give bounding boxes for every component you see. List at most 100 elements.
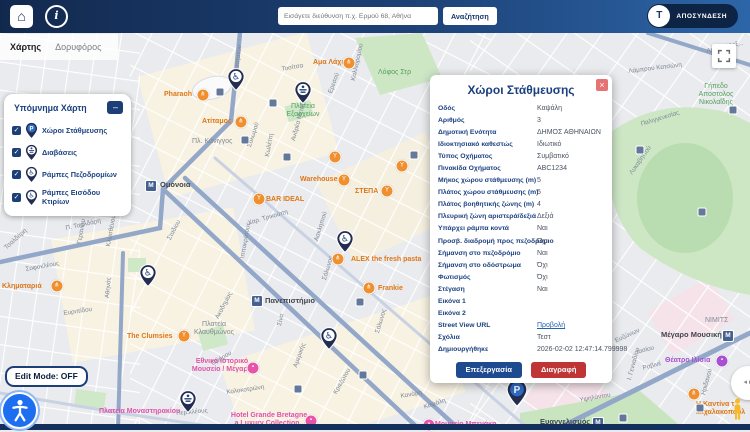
fullscreen-button[interactable] xyxy=(712,44,736,68)
legend-item[interactable]: ✓PΧώροι Στάθμευσης xyxy=(12,122,123,139)
top-navigation-bar: ⌂ i Αναζήτηση T ΑΠΟΣΥΝΔΕΣΗ xyxy=(0,0,750,33)
field-label: Πλάτος βοηθητικής ζώνης (m) xyxy=(438,201,537,208)
field-label: Σχόλια xyxy=(438,334,537,341)
legend-item-label: Ράμπες Πεζοδρομίων xyxy=(42,170,117,179)
popup-field-row: Τύπος ΟχήματοςΣυμβατικό xyxy=(438,150,604,162)
poi-icon[interactable]: ⋔ xyxy=(51,280,64,293)
field-label: Δημοτική Ενότητα xyxy=(438,129,537,136)
legend-item-label: Ράμπες Εισόδου Κτιρίων xyxy=(42,188,123,206)
ramp-map-pin[interactable]: ♿ xyxy=(320,327,338,355)
transit-stop-icon xyxy=(729,106,738,115)
popup-field-row: Δημοτική ΕνότηταΔΗΜΟΣ ΑΘΗΝΑΙΩΝ xyxy=(438,126,604,138)
info-button[interactable]: i xyxy=(45,5,68,28)
checkbox-checked[interactable]: ✓ xyxy=(12,148,21,157)
legend-panel: Υπόμνημα Χάρτη – ✓PΧώροι Στάθμευσης✓Διαβ… xyxy=(4,94,131,216)
field-label: Τύπος Οχήματος xyxy=(438,153,537,160)
field-label: Οδός xyxy=(438,105,537,112)
field-label: Δημιουργήθηκε xyxy=(438,346,537,353)
metro-station-icon[interactable]: M xyxy=(722,330,734,342)
close-icon[interactable]: × xyxy=(596,79,608,91)
field-value: ΔΗΜΟΣ ΑΘΗΝΑΙΩΝ xyxy=(537,129,604,136)
avatar: T xyxy=(648,5,670,27)
poi-icon[interactable]: Y xyxy=(338,174,351,187)
field-value: Τεστ xyxy=(537,334,604,341)
transit-stop-icon xyxy=(636,146,645,155)
checkbox-checked[interactable]: ✓ xyxy=(12,170,21,179)
legend-item[interactable]: ✓Διαβάσεις xyxy=(12,144,123,161)
svg-text:P: P xyxy=(30,127,34,133)
delete-button[interactable]: Διαγραφή xyxy=(531,362,586,378)
legend-minimize-button[interactable]: – xyxy=(107,101,123,114)
field-value: Δεξιά xyxy=(537,213,604,220)
field-value: 4 xyxy=(537,201,604,208)
park-map-pin[interactable]: P xyxy=(506,379,528,412)
transit-stop-icon xyxy=(359,371,368,380)
logout-button[interactable]: T ΑΠΟΣΥΝΔΕΣΗ xyxy=(647,4,738,28)
poi-icon[interactable]: • xyxy=(716,355,729,368)
pegman-icon[interactable] xyxy=(732,398,743,425)
field-value: 5 xyxy=(537,177,604,184)
field-value: 3 xyxy=(537,117,604,124)
search-button[interactable]: Αναζήτηση xyxy=(443,7,497,25)
checkbox-checked[interactable]: ✓ xyxy=(12,126,21,135)
tab-satellite[interactable]: Δορυφόρος xyxy=(55,42,101,52)
ramp-pin-icon: ♿ xyxy=(25,166,38,183)
logout-label: ΑΠΟΣΥΝΔΕΣΗ xyxy=(676,13,727,20)
home-button[interactable]: ⌂ xyxy=(10,5,33,28)
poi-icon[interactable]: ⋔ xyxy=(363,282,376,295)
field-label: Φωτισμός xyxy=(438,274,537,281)
cross-map-pin[interactable] xyxy=(294,81,312,109)
field-value: Ιδιωτικό xyxy=(537,141,604,148)
poi-icon[interactable]: ⋔ xyxy=(688,388,701,401)
field-label: Σήμανση στο πεζοδρόμιο xyxy=(438,250,537,257)
accessibility-button[interactable] xyxy=(1,392,38,429)
poi-icon[interactable]: Y xyxy=(396,160,409,173)
ramp-map-pin[interactable]: ♿ xyxy=(139,264,157,292)
poi-icon[interactable]: Y xyxy=(178,330,191,343)
field-label: Προσβ. διαδρομή προς πεζοδρόμιο xyxy=(438,238,537,245)
ramp-map-pin[interactable]: ♿ xyxy=(336,230,354,258)
poi-icon[interactable]: ⋔ xyxy=(197,89,210,102)
legend-item[interactable]: ✓♿Ράμπες Εισόδου Κτιρίων xyxy=(12,188,123,206)
edit-button[interactable]: Επεξεργασία xyxy=(456,362,522,378)
field-value: Συμβατικό xyxy=(537,153,604,160)
field-value: Όχι xyxy=(537,274,604,281)
metro-station-icon[interactable]: M xyxy=(251,295,263,307)
tab-map[interactable]: Χάρτης xyxy=(10,42,41,52)
cross-map-pin[interactable] xyxy=(179,390,197,418)
popup-field-row: ΟδόςΚαψάλη xyxy=(438,102,604,114)
field-label: Πλευρική ζώνη αριστερά/δεξιά xyxy=(438,213,537,220)
home-icon: ⌂ xyxy=(17,8,25,24)
edit-mode-badge: Edit Mode: OFF xyxy=(5,366,88,387)
poi-icon[interactable]: Y xyxy=(381,185,394,198)
field-label: Υπάρχει ράμπα κοντά xyxy=(438,225,537,232)
field-label: Πλάτος χώρου στάθμευσης (m) xyxy=(438,189,537,196)
legend-title: Υπόμνημα Χάρτη xyxy=(14,103,87,113)
field-value: Καψάλη xyxy=(537,105,604,112)
poi-icon[interactable]: Y xyxy=(329,151,342,164)
field-label: Πινακίδα Οχήματος xyxy=(438,165,537,172)
popup-field-row: Street View URLΠροβολή xyxy=(438,320,604,332)
popup-field-row: Εικόνα 2 xyxy=(438,308,604,320)
poi-icon[interactable]: ⋔ xyxy=(343,57,356,70)
field-value: Ναι xyxy=(537,225,604,232)
transit-stop-icon xyxy=(410,151,419,160)
field-label: Αριθμός xyxy=(438,117,537,124)
field-value: 5 xyxy=(537,189,604,196)
ramp-map-pin[interactable]: ♿ xyxy=(227,68,245,96)
transit-stop-icon xyxy=(294,385,303,394)
poi-icon[interactable]: Y xyxy=(253,193,266,206)
info-icon: i xyxy=(54,9,58,22)
checkbox-checked[interactable]: ✓ xyxy=(12,193,21,202)
park-pin-icon: P xyxy=(25,122,38,139)
metro-station-icon[interactable]: M xyxy=(145,180,157,192)
svg-text:♿: ♿ xyxy=(232,73,240,83)
field-value-link[interactable]: Προβολή xyxy=(537,322,604,329)
field-value: Ναι xyxy=(537,286,604,293)
poi-icon[interactable]: ⋔ xyxy=(235,116,248,129)
legend-item[interactable]: ✓ ♿ Ράμπες Πεζοδρομίων xyxy=(12,166,123,183)
popup-field-row: ΦωτισμόςΌχι xyxy=(438,271,604,283)
poi-icon[interactable]: • xyxy=(247,362,260,375)
popup-field-row: Μήκος χώρου στάθμευσης (m)5 xyxy=(438,175,604,187)
search-input[interactable] xyxy=(278,7,438,25)
